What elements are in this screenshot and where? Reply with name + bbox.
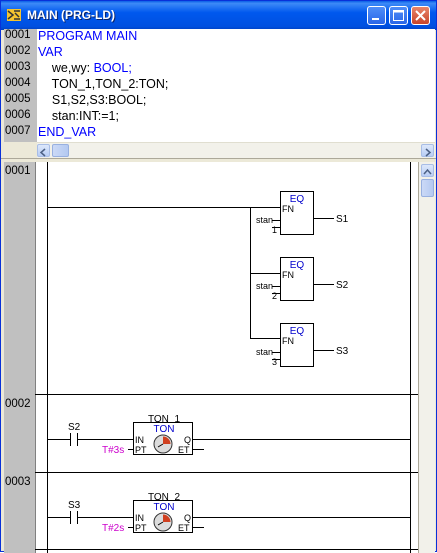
contact-label: S2 [68, 422, 81, 433]
code-text: stan:INT:=1; [38, 109, 119, 123]
title-bar[interactable]: MAIN (PRG-LD) [1, 1, 436, 30]
horizontal-scrollbar[interactable] [37, 142, 435, 158]
contact-label: S3 [68, 500, 81, 511]
arrow-up-icon [423, 168, 432, 175]
line-number: 0001 [5, 29, 31, 41]
window-title: MAIN (PRG-LD) [27, 8, 115, 22]
code-line[interactable]: S1,S2,S3:BOOL; [38, 93, 147, 109]
fb-in-pin: IN [135, 513, 144, 523]
fb-et-pin: ET [178, 445, 190, 455]
fb-pt-value: T#3s [102, 445, 124, 456]
ladder-diagram: EQ FN stan 1 S1 EQ FN stan 2 S2 EQ FN st… [35, 162, 418, 553]
fb-pt-pin: PT [135, 523, 147, 533]
minimize-icon [372, 18, 379, 20]
ton-rung[interactable]: S2 TON_1 TON IN PT Q ET T#3s [47, 414, 410, 456]
code-line[interactable]: we,wy: BOOL; [38, 61, 132, 77]
scroll-left-button[interactable] [37, 144, 50, 157]
fb-q-pin: Q [184, 435, 191, 445]
clock-icon [153, 434, 173, 454]
ton-rung[interactable]: S3 TON_2 TON IN PT Q ET T#2s [47, 492, 410, 534]
code-text: TON_1,TON_2:TON; [38, 77, 169, 91]
fb-pt-pin: PT [135, 445, 147, 455]
vertical-scrollbar[interactable] [418, 162, 435, 553]
code-text: we,wy: [38, 61, 94, 75]
eq-input-var: stan [256, 347, 273, 357]
arrow-left-icon [39, 148, 46, 157]
eq-input-const: 1 [272, 225, 277, 235]
declaration-editor[interactable]: 0001 0002 0003 0004 0005 0006 0007 PROGR… [4, 29, 435, 142]
eq-output-coil: S3 [336, 346, 349, 357]
eq-output-coil: S1 [336, 214, 349, 225]
clock-icon [153, 512, 173, 532]
code-line[interactable]: stan:INT:=1; [38, 109, 119, 125]
ld-editor-icon [7, 9, 21, 21]
vertical-scroll-thumb[interactable] [421, 179, 434, 197]
editor-window: MAIN (PRG-LD) 0001 0002 0003 0004 0005 0… [0, 0, 437, 553]
eq-block[interactable]: EQ FN stan 3 S3 [256, 323, 349, 368]
close-icon [415, 10, 426, 21]
code-keyword: END_VAR [38, 125, 97, 139]
code-keyword: PROGRAM MAIN [38, 29, 138, 43]
code-line[interactable]: END_VAR [38, 125, 96, 141]
fb-type: TON [154, 424, 175, 435]
eq-input-const: 3 [272, 357, 277, 367]
maximize-button[interactable] [389, 6, 408, 25]
line-number: 0007 [5, 125, 31, 137]
eq-output-coil: S2 [336, 280, 349, 291]
fb-in-pin: IN [135, 435, 144, 445]
code-line[interactable]: VAR [38, 45, 63, 61]
declaration-code[interactable]: PROGRAM MAIN VAR we,wy: BOOL; TON_1,TON_2… [38, 29, 435, 142]
eq-input-var: stan [256, 281, 273, 291]
code-line[interactable]: TON_1,TON_2:TON; [38, 77, 169, 93]
line-number: 0002 [5, 45, 31, 57]
scroll-up-button[interactable] [421, 164, 434, 177]
code-line[interactable]: PROGRAM MAIN [38, 29, 137, 45]
arrow-right-icon [425, 148, 432, 157]
line-number: 0003 [5, 61, 31, 73]
line-number: 0006 [5, 109, 31, 121]
fb-q-pin: Q [184, 513, 191, 523]
scroll-right-button[interactable] [421, 144, 434, 157]
code-keyword: BOOL; [93, 61, 132, 75]
eq-input-const: 2 [272, 291, 277, 301]
eq-block-fn: FN [282, 204, 294, 214]
eq-block-fn: FN [282, 336, 294, 346]
fb-pt-value: T#2s [102, 523, 124, 534]
eq-input-var: stan [256, 215, 273, 225]
maximize-icon [393, 10, 404, 21]
declaration-line-numbers: 0001 0002 0003 0004 0005 0006 0007 [4, 29, 37, 142]
code-keyword: VAR [38, 45, 63, 59]
line-number: 0005 [5, 93, 31, 105]
eq-block-fn: FN [282, 270, 294, 280]
minimize-button[interactable] [367, 6, 386, 25]
close-button[interactable] [411, 6, 430, 25]
scroll-thumb[interactable] [52, 144, 69, 157]
code-text: S1,S2,S3:BOOL; [38, 93, 147, 107]
ladder-editor[interactable]: 0001 0002 0003 EQ FN stan 1 S1 EQ FN sta… [4, 162, 435, 553]
eq-block[interactable]: EQ FN stan 2 S2 [256, 257, 349, 302]
eq-block[interactable]: EQ FN stan 1 S1 [256, 191, 349, 236]
line-number: 0004 [5, 77, 31, 89]
fb-et-pin: ET [178, 523, 190, 533]
fb-type: TON [154, 502, 175, 513]
